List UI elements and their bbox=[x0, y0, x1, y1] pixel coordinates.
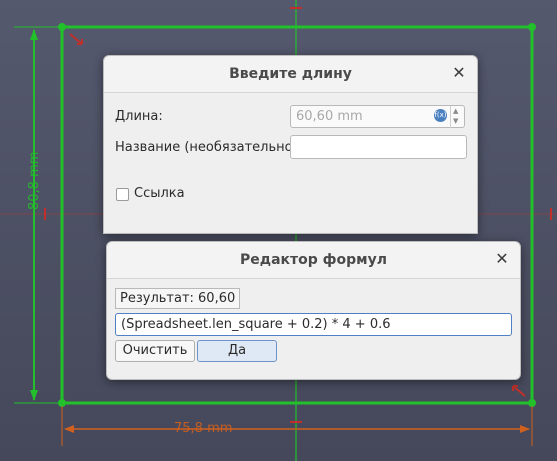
length-value: 60,60 mm bbox=[296, 109, 363, 124]
constraint-marker-top-left bbox=[69, 33, 83, 45]
spin-down-icon[interactable]: ▼ bbox=[453, 117, 458, 125]
name-input[interactable] bbox=[290, 135, 467, 159]
close-icon[interactable]: ✕ bbox=[451, 65, 467, 81]
vertex-bottom-right bbox=[528, 399, 536, 407]
spin-up-icon[interactable]: ▲ bbox=[453, 107, 458, 115]
hdim-arrow-right bbox=[520, 425, 530, 433]
length-dialog: Введите длину ✕ Длина: 60,60 mm f(x) ▲ ▼… bbox=[103, 55, 478, 234]
horizontal-dimension-label[interactable]: 75,8 mm bbox=[174, 421, 232, 436]
formula-icon[interactable]: f(x) bbox=[434, 109, 447, 122]
vdim-arrow-top bbox=[30, 29, 38, 40]
length-input[interactable]: 60,60 mm f(x) ▲ ▼ bbox=[290, 105, 465, 128]
hdim-arrow-left bbox=[64, 425, 74, 433]
clear-button[interactable]: Очистить bbox=[115, 340, 195, 362]
vertical-dimension-label[interactable]: 80,8 mm bbox=[27, 152, 42, 210]
reference-checkbox[interactable] bbox=[116, 188, 129, 201]
vdim-arrow-bottom bbox=[30, 390, 38, 401]
result-label: Результат: 60,60 bbox=[115, 288, 241, 309]
length-label: Длина: bbox=[115, 109, 163, 124]
vertex-top-right bbox=[528, 23, 536, 31]
length-dialog-title: Введите длину bbox=[229, 66, 352, 82]
close-icon[interactable]: ✕ bbox=[494, 251, 510, 267]
reference-label[interactable]: Ссылка bbox=[134, 186, 185, 201]
formula-editor-title: Редактор формул bbox=[240, 252, 387, 268]
name-label: Название (необязательно) bbox=[115, 140, 298, 155]
length-dialog-titlebar: Введите длину ✕ bbox=[104, 56, 477, 93]
formula-editor-dialog: Редактор формул ✕ Результат: 60,60 (Spre… bbox=[106, 241, 521, 380]
ok-button[interactable]: Да bbox=[197, 340, 277, 362]
formula-input[interactable]: (Spreadsheet.len_square + 0.2) * 4 + 0.6 bbox=[115, 313, 512, 336]
constraint-marker-bottom-right bbox=[512, 385, 526, 397]
length-spinner[interactable]: ▲ ▼ bbox=[450, 106, 464, 128]
formula-editor-titlebar: Редактор формул ✕ bbox=[107, 242, 520, 279]
